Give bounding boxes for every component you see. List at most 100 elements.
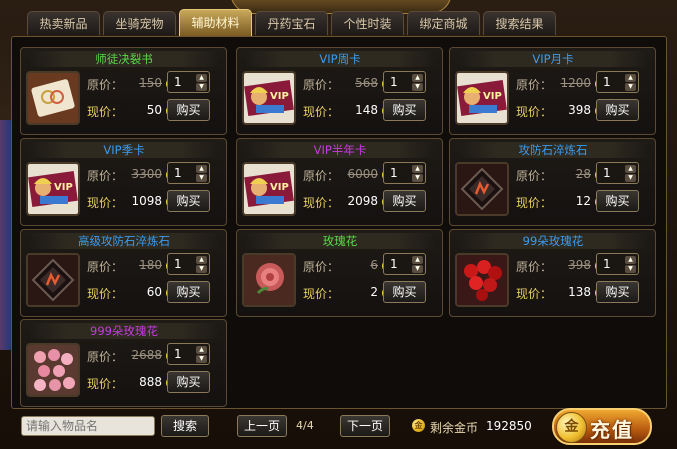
tab-fashion[interactable]: 个性时装 (331, 11, 404, 35)
tab-mounts-pets[interactable]: 坐骑宠物 (103, 11, 176, 35)
current-price-label: 现价： (87, 287, 124, 301)
quantity-value[interactable]: 1 (603, 75, 611, 89)
current-price-label: 现价： (303, 196, 340, 210)
current-price-label: 现价： (516, 105, 553, 119)
quantity-value[interactable]: 1 (174, 257, 182, 271)
rose-bouquet-icon[interactable] (455, 253, 509, 307)
increment-arrow-icon[interactable]: ▲ (196, 346, 207, 354)
tab-search-results[interactable]: 搜索结果 (483, 11, 556, 35)
decrement-arrow-icon[interactable]: ▼ (196, 83, 207, 91)
quantity-value[interactable]: 1 (390, 75, 398, 89)
search-input[interactable] (21, 416, 155, 436)
item-card: VIP月卡VIP原价：1200金现价：398金1▲▼购买 (449, 47, 656, 135)
quantity-value[interactable]: 1 (390, 166, 398, 180)
buy-button[interactable]: 购买 (383, 190, 426, 212)
tab-auxiliary-materials[interactable]: 辅助材料 (179, 9, 252, 36)
quantity-stepper[interactable]: 1 ▲ ▼ (167, 162, 210, 184)
decrement-arrow-icon[interactable]: ▼ (625, 83, 636, 91)
quantity-value[interactable]: 1 (390, 257, 398, 271)
quantity-stepper[interactable]: 1 ▲ ▼ (596, 71, 639, 93)
letter-icon[interactable] (26, 71, 80, 125)
increment-arrow-icon[interactable]: ▲ (412, 256, 423, 264)
quantity-stepper[interactable]: 1 ▲ ▼ (383, 71, 426, 93)
decrement-arrow-icon[interactable]: ▼ (412, 265, 423, 273)
original-price-label: 原价： (87, 260, 124, 274)
increment-arrow-icon[interactable]: ▲ (412, 74, 423, 82)
vip-card-icon[interactable]: VIP (455, 71, 509, 125)
quantity-value[interactable]: 1 (174, 166, 182, 180)
buy-button[interactable]: 购买 (596, 281, 639, 303)
decrement-arrow-icon[interactable]: ▼ (412, 83, 423, 91)
original-price: 6 (370, 258, 378, 272)
prev-page-button[interactable]: 上一页 (237, 415, 287, 437)
vip-card-icon[interactable]: VIP (26, 162, 80, 216)
increment-arrow-icon[interactable]: ▲ (625, 74, 636, 82)
quantity-value[interactable]: 1 (174, 347, 182, 361)
item-card: 攻防石淬炼石原价：28金现价：12金1▲▼购买 (449, 138, 656, 226)
pink-roses-icon[interactable] (26, 343, 80, 397)
buy-button[interactable]: 购买 (596, 190, 639, 212)
tab-pills-gems[interactable]: 丹药宝石 (255, 11, 328, 35)
buy-button[interactable]: 购买 (167, 99, 210, 121)
quantity-stepper[interactable]: 1 ▲ ▼ (383, 162, 426, 184)
forge-stone-icon[interactable] (455, 162, 509, 216)
next-page-button[interactable]: 下一页 (340, 415, 390, 437)
increment-arrow-icon[interactable]: ▲ (625, 165, 636, 173)
buy-button[interactable]: 购买 (167, 281, 210, 303)
original-price-label: 原价： (87, 169, 124, 183)
buy-button[interactable]: 购买 (167, 371, 210, 393)
forge-stone-icon[interactable] (26, 253, 80, 307)
current-price-label: 现价： (516, 287, 553, 301)
decrement-arrow-icon[interactable]: ▼ (196, 174, 207, 182)
decrement-arrow-icon[interactable]: ▼ (625, 174, 636, 182)
quantity-value[interactable]: 1 (174, 75, 182, 89)
current-price: 138 (568, 285, 591, 299)
quantity-stepper[interactable]: 1 ▲ ▼ (167, 71, 210, 93)
current-price-label: 现价： (87, 105, 124, 119)
buy-button[interactable]: 购买 (596, 99, 639, 121)
svg-text:VIP: VIP (270, 182, 289, 193)
item-card: VIP周卡VIP原价：568金现价：148金1▲▼购买 (236, 47, 443, 135)
original-price-label: 原价： (516, 260, 553, 274)
current-price-label: 现价： (87, 377, 124, 391)
decrement-arrow-icon[interactable]: ▼ (196, 265, 207, 273)
increment-arrow-icon[interactable]: ▲ (412, 165, 423, 173)
quantity-stepper[interactable]: 1 ▲ ▼ (167, 253, 210, 275)
rose-icon[interactable] (242, 253, 296, 307)
original-price-label: 原价： (303, 169, 340, 183)
page-indicator: 4/4 (296, 419, 314, 432)
decrement-arrow-icon[interactable]: ▼ (625, 265, 636, 273)
quantity-value[interactable]: 1 (603, 257, 611, 271)
recharge-button[interactable]: 金 充值 (552, 408, 652, 445)
buy-button[interactable]: 购买 (383, 99, 426, 121)
quantity-stepper[interactable]: 1 ▲ ▼ (383, 253, 426, 275)
current-price: 2098 (347, 194, 378, 208)
original-price: 398 (568, 258, 591, 272)
current-price: 60 (146, 285, 162, 299)
buy-button[interactable]: 购买 (383, 281, 426, 303)
quantity-value[interactable]: 1 (603, 166, 611, 180)
vip-card-icon[interactable]: VIP (242, 162, 296, 216)
increment-arrow-icon[interactable]: ▲ (196, 165, 207, 173)
decrement-arrow-icon[interactable]: ▼ (196, 355, 207, 363)
item-card: VIP季卡VIP原价：3300金现价：1098金1▲▼购买 (20, 138, 227, 226)
item-name: 师徒决裂书 (29, 51, 219, 67)
item-name: 99朵玫瑰花 (458, 233, 648, 249)
increment-arrow-icon[interactable]: ▲ (625, 256, 636, 264)
item-card: 玫瑰花原价：6金现价：2金1▲▼购买 (236, 229, 443, 317)
tab-bound-shop[interactable]: 绑定商城 (407, 11, 480, 35)
vip-card-icon[interactable]: VIP (242, 71, 296, 125)
search-button[interactable]: 搜索 (161, 415, 209, 437)
increment-arrow-icon[interactable]: ▲ (196, 74, 207, 82)
svg-text:VIP: VIP (270, 91, 289, 102)
quantity-stepper[interactable]: 1 ▲ ▼ (167, 343, 210, 365)
increment-arrow-icon[interactable]: ▲ (196, 256, 207, 264)
svg-text:VIP: VIP (483, 91, 502, 102)
tab-hot-new[interactable]: 热卖新品 (27, 11, 100, 35)
original-price-label: 原价： (303, 260, 340, 274)
decrement-arrow-icon[interactable]: ▼ (412, 174, 423, 182)
item-card: 99朵玫瑰花原价：398金现价：138金1▲▼购买 (449, 229, 656, 317)
buy-button[interactable]: 购买 (167, 190, 210, 212)
quantity-stepper[interactable]: 1 ▲ ▼ (596, 253, 639, 275)
quantity-stepper[interactable]: 1 ▲ ▼ (596, 162, 639, 184)
